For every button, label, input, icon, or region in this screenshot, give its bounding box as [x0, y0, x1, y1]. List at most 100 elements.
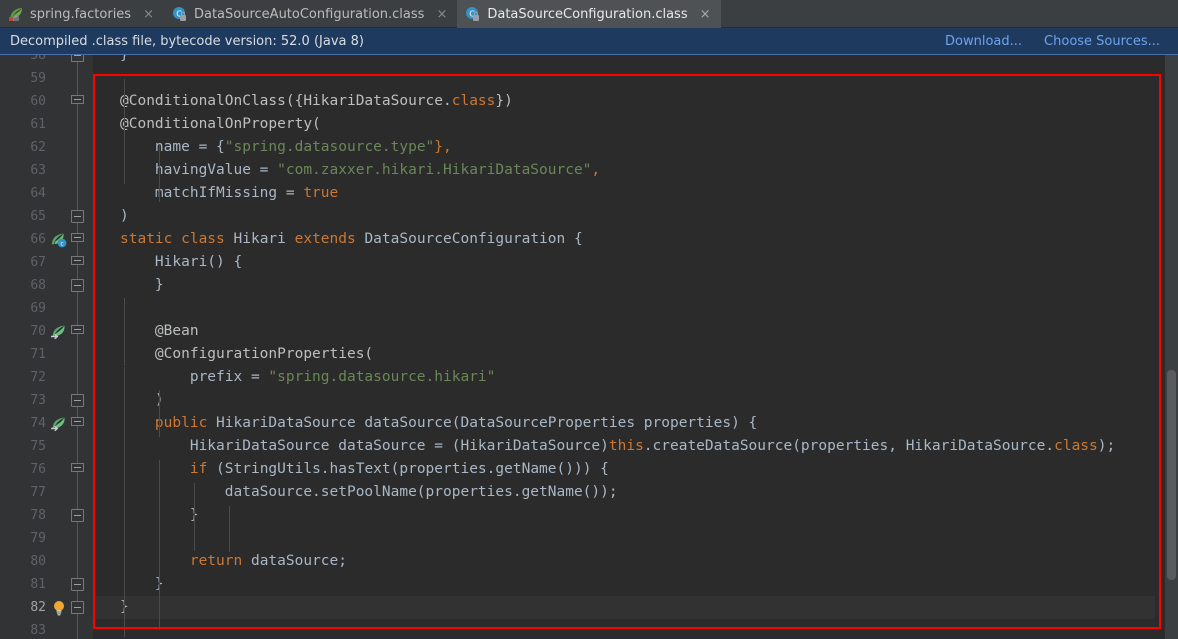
gutter-line[interactable]: 83 — [0, 619, 93, 639]
code-line[interactable]: prefix = "spring.datasource.hikari" — [93, 366, 1155, 389]
spring-bean-navigate-icon[interactable] — [50, 414, 70, 434]
fold-marker-collapse[interactable] — [71, 256, 84, 269]
gutter-line[interactable]: 63 — [0, 159, 93, 182]
gutter-icon-slot — [50, 253, 70, 273]
line-number: 69 — [30, 301, 46, 316]
gutter-line[interactable]: 77 — [0, 481, 93, 504]
scrollbar-thumb[interactable] — [1167, 370, 1176, 580]
tab-close-icon[interactable]: × — [434, 8, 449, 21]
code-line[interactable]: ) — [93, 389, 1155, 412]
code-line[interactable] — [93, 297, 1155, 320]
code-text-area[interactable]: } @ConditionalOnClass({HikariDataSource.c… — [93, 55, 1155, 639]
gutter-line[interactable]: 64 — [0, 182, 93, 205]
code-line[interactable]: @ConditionalOnProperty( — [93, 113, 1155, 136]
editor-tab-1[interactable]: C DataSourceAutoConfiguration.class × — [164, 0, 457, 28]
gutter-line[interactable]: 72 — [0, 366, 93, 389]
gutter-line[interactable]: 62 — [0, 136, 93, 159]
fold-marker-collapse[interactable] — [71, 325, 84, 338]
code-token: if — [189, 461, 208, 477]
gutter-icon-slot — [50, 621, 70, 639]
code-line[interactable]: } — [93, 55, 1155, 67]
choose-sources-link[interactable]: Choose Sources... — [1044, 34, 1160, 49]
line-number: 77 — [30, 485, 46, 500]
spring-bean-class-icon[interactable]: c — [50, 230, 70, 250]
code-token: @Bean — [120, 323, 199, 339]
editor-tab-0[interactable]: spring.factories × — [0, 0, 164, 28]
code-line[interactable]: @Bean — [93, 320, 1155, 343]
code-line[interactable] — [93, 619, 1155, 639]
gutter-line[interactable]: 79 — [0, 527, 93, 550]
gutter-icon-slot — [50, 483, 70, 503]
decompiled-notification-bar: Decompiled .class file, bytecode version… — [0, 28, 1178, 55]
indent-guide — [124, 298, 125, 366]
gutter-line[interactable]: 69 — [0, 297, 93, 320]
editor-vertical-scrollbar[interactable] — [1165, 55, 1178, 639]
code-line[interactable] — [93, 527, 1155, 550]
fold-marker-collapse[interactable] — [71, 95, 84, 108]
code-token: ) — [120, 392, 164, 408]
code-token: } — [120, 277, 164, 293]
gutter-line[interactable]: 80 — [0, 550, 93, 573]
gutter-icon-slot — [50, 460, 70, 480]
code-editor[interactable]: 58 59 60 61 62 63 64 65 66 c 67 68 69 70 71 72 73 74 75 76 7… — [0, 55, 1178, 639]
gutter-line[interactable]: 71 — [0, 343, 93, 366]
download-sources-link[interactable]: Download... — [945, 34, 1022, 49]
fold-marker-collapse[interactable] — [71, 463, 84, 476]
spring-bean-navigate-icon[interactable] — [50, 322, 70, 342]
code-line[interactable]: dataSource.setPoolName(properties.getNam… — [93, 481, 1155, 504]
code-line[interactable]: } — [93, 573, 1155, 596]
line-number: 70 — [30, 324, 46, 339]
fold-marker-end[interactable] — [71, 509, 84, 522]
fold-marker-end[interactable] — [71, 210, 84, 223]
fold-marker-end[interactable] — [71, 601, 84, 614]
code-line[interactable]: } — [93, 274, 1155, 297]
indent-guide — [159, 390, 160, 437]
spring-leaf-icon — [8, 6, 24, 22]
code-token: }) — [495, 93, 513, 109]
intention-bulb-icon[interactable] — [50, 598, 70, 618]
code-line[interactable]: } — [93, 504, 1155, 527]
code-line[interactable]: if (StringUtils.hasText(properties.getNa… — [93, 458, 1155, 481]
notification-message: Decompiled .class file, bytecode version… — [10, 33, 364, 49]
code-line[interactable]: return dataSource; — [93, 550, 1155, 573]
gutter-icon-slot — [50, 437, 70, 457]
editor-tab-2[interactable]: C DataSourceConfiguration.class × — [457, 0, 721, 28]
gutter-icon-slot — [50, 55, 70, 66]
line-number: 62 — [30, 140, 46, 155]
editor-gutter[interactable]: 58 59 60 61 62 63 64 65 66 c 67 68 69 70 71 72 73 74 75 76 7… — [0, 55, 93, 639]
code-token: @ConditionalOnProperty( — [120, 116, 321, 132]
fold-marker-collapse[interactable] — [71, 417, 84, 430]
code-line[interactable]: static class Hikari extends DataSourceCo… — [93, 228, 1155, 251]
tab-close-icon[interactable]: × — [698, 8, 713, 21]
code-line[interactable]: @ConfigurationProperties( — [93, 343, 1155, 366]
code-line[interactable]: public HikariDataSource dataSource(DataS… — [93, 412, 1155, 435]
fold-marker-end[interactable] — [71, 55, 84, 62]
code-token: } — [120, 576, 164, 592]
code-token: .createDataSource(properties, HikariData… — [643, 438, 1055, 454]
code-line[interactable]: name = {"spring.datasource.type"}, — [93, 136, 1155, 159]
gutter-line[interactable]: 59 — [0, 67, 93, 90]
line-number: 78 — [30, 508, 46, 523]
code-line[interactable]: @ConditionalOnClass({HikariDataSource.cl… — [93, 90, 1155, 113]
fold-marker-end[interactable] — [71, 279, 84, 292]
line-number: 82 — [30, 600, 46, 615]
code-line[interactable]: } — [93, 596, 1155, 619]
svg-text:c: c — [60, 240, 63, 247]
code-token: @ConditionalOnClass({HikariDataSource. — [120, 93, 452, 109]
code-line[interactable]: matchIfMissing = true — [93, 182, 1155, 205]
code-line[interactable]: HikariDataSource dataSource = (HikariDat… — [93, 435, 1155, 458]
code-line[interactable] — [93, 67, 1155, 90]
gutter-line[interactable]: 75 — [0, 435, 93, 458]
fold-marker-end[interactable] — [71, 394, 84, 407]
code-line[interactable]: havingValue = "com.zaxxer.hikari.HikariD… — [93, 159, 1155, 182]
fold-marker-end[interactable] — [71, 578, 84, 591]
code-token: name = { — [120, 139, 225, 155]
gutter-icon-slot — [50, 552, 70, 572]
fold-marker-collapse[interactable] — [71, 233, 84, 246]
code-line[interactable]: ) — [93, 205, 1155, 228]
gutter-line[interactable]: 61 — [0, 113, 93, 136]
tab-close-icon[interactable]: × — [141, 8, 156, 21]
gutter-icon-slot — [50, 207, 70, 227]
code-line[interactable]: Hikari() { — [93, 251, 1155, 274]
